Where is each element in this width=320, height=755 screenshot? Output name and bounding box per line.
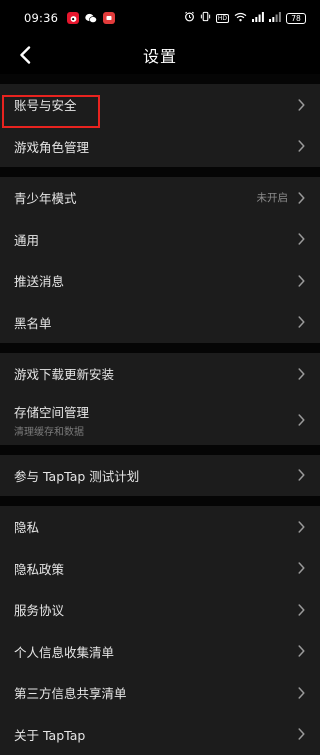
settings-group-general: 青少年模式 未开启 通用 推送消息 黑名单	[0, 177, 320, 343]
settings-group-storage: 游戏下载更新安装 存储空间管理 清理缓存和数据	[0, 353, 320, 445]
row-label: 存储空间管理	[14, 402, 89, 421]
header: 设置	[0, 36, 320, 74]
row-privacy[interactable]: 隐私	[0, 506, 320, 548]
row-game-character-management[interactable]: 游戏角色管理	[0, 126, 320, 168]
row-taptap-test-plan[interactable]: 参与 TapTap 测试计划	[0, 455, 320, 497]
chevron-right-icon	[296, 561, 306, 575]
row-label: 个人信息收集清单	[14, 642, 114, 661]
status-time: 09:36	[24, 11, 58, 25]
row-personal-info-collection-list[interactable]: 个人信息收集清单	[0, 631, 320, 673]
row-label: 游戏角色管理	[14, 137, 89, 156]
group-spacer	[0, 167, 320, 177]
settings-group-privacy: 隐私 隐私政策 服务协议 个人信息收集清单 第三方信息共享清单 关于 TapTa…	[0, 506, 320, 755]
row-game-download-install[interactable]: 游戏下载更新安装	[0, 353, 320, 395]
row-label: 推送消息	[14, 271, 64, 290]
weibo-icon	[67, 12, 79, 24]
row-subtitle: 清理缓存和数据	[14, 423, 89, 438]
row-service-agreement[interactable]: 服务协议	[0, 589, 320, 631]
settings-group-account: 账号与安全 游戏角色管理	[0, 84, 320, 167]
row-label: 青少年模式	[14, 188, 77, 207]
wifi-icon	[234, 12, 247, 25]
row-third-party-sharing-list[interactable]: 第三方信息共享清单	[0, 672, 320, 714]
chevron-right-icon	[296, 232, 306, 246]
row-label: 账号与安全	[14, 95, 77, 114]
chevron-right-icon	[296, 468, 306, 482]
page-title: 设置	[143, 43, 177, 67]
chevron-left-icon	[19, 46, 31, 64]
alarm-icon	[184, 11, 195, 25]
chevron-right-icon	[296, 367, 306, 381]
chevron-right-icon	[296, 139, 306, 153]
hd-badge: HD	[216, 14, 229, 23]
chevron-right-icon	[296, 315, 306, 329]
row-privacy-policy[interactable]: 隐私政策	[0, 548, 320, 590]
vibrate-icon	[200, 11, 211, 25]
battery-indicator: 78	[286, 13, 306, 24]
row-label: 游戏下载更新安装	[14, 364, 114, 383]
signal-icon	[252, 12, 264, 25]
row-label: 隐私	[14, 517, 39, 536]
row-about-taptap[interactable]: 关于 TapTap	[0, 714, 320, 755]
signal-2-icon	[269, 12, 281, 25]
back-button[interactable]	[14, 44, 36, 66]
group-spacer	[0, 74, 320, 84]
group-spacer	[0, 343, 320, 353]
row-blacklist[interactable]: 黑名单	[0, 302, 320, 344]
row-label: 黑名单	[14, 313, 52, 332]
chevron-right-icon	[296, 727, 306, 741]
row-storage-management[interactable]: 存储空间管理 清理缓存和数据	[0, 395, 320, 445]
row-label: 服务协议	[14, 600, 64, 619]
chevron-right-icon	[296, 191, 306, 205]
chevron-right-icon	[296, 603, 306, 617]
chevron-right-icon	[296, 274, 306, 288]
group-spacer	[0, 496, 320, 506]
row-label: 关于 TapTap	[14, 725, 85, 744]
chevron-right-icon	[296, 98, 306, 112]
row-account-security[interactable]: 账号与安全	[0, 84, 320, 126]
settings-list: 账号与安全 游戏角色管理 青少年模式 未开启 通用 推送消息 黑名单	[0, 74, 320, 755]
group-spacer	[0, 445, 320, 455]
chevron-right-icon	[296, 686, 306, 700]
row-youth-mode[interactable]: 青少年模式 未开启	[0, 177, 320, 219]
row-label: 第三方信息共享清单	[14, 683, 127, 702]
settings-group-test-plan: 参与 TapTap 测试计划	[0, 455, 320, 497]
row-general[interactable]: 通用	[0, 219, 320, 261]
youth-mode-status: 未开启	[257, 190, 289, 205]
row-push-notifications[interactable]: 推送消息	[0, 260, 320, 302]
status-bar: 09:36 HD 78	[0, 0, 320, 36]
row-label: 参与 TapTap 测试计划	[14, 466, 139, 485]
notification-app-icon	[103, 12, 115, 24]
chevron-right-icon	[296, 520, 306, 534]
wechat-icon	[85, 12, 97, 24]
row-label: 隐私政策	[14, 559, 64, 578]
chevron-right-icon	[296, 644, 306, 658]
row-label: 通用	[14, 230, 39, 249]
chevron-right-icon	[296, 413, 306, 427]
